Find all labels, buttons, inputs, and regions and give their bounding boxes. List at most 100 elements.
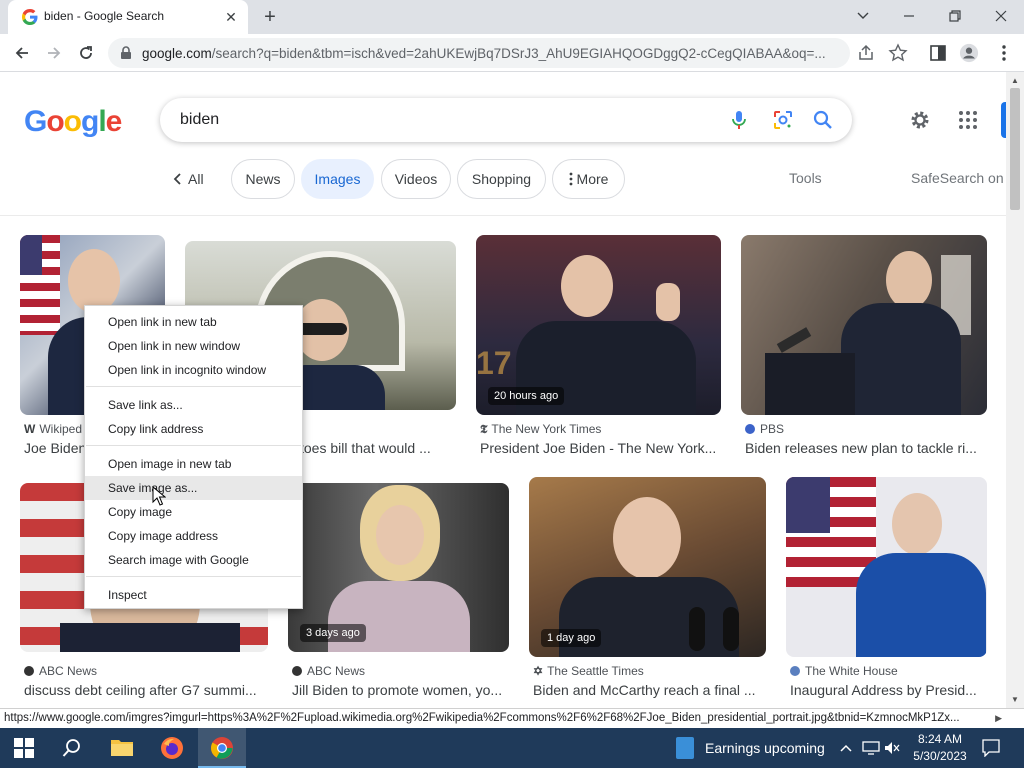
lock-icon[interactable] [120, 46, 132, 60]
menu-open-image-new-tab[interactable]: Open image in new tab [85, 452, 302, 476]
result-source[interactable]: W Wikiped [24, 422, 82, 436]
tab-close-icon[interactable]: ✕ [222, 8, 240, 26]
context-menu: Open link in new tab Open link in new wi… [84, 305, 303, 609]
safesearch-button[interactable]: SafeSearch on [911, 170, 1004, 186]
link-preview-url: https://www.google.com/imgres?imgurl=htt… [4, 712, 960, 724]
microphone-icon[interactable] [728, 109, 750, 131]
back-arrow-icon [15, 47, 28, 59]
side-panel-icon[interactable] [928, 43, 948, 63]
search-box[interactable] [160, 98, 852, 142]
result-caption[interactable]: discuss debt ceiling after G7 summi... [24, 682, 269, 698]
speaker-muted-icon [885, 742, 900, 754]
result-caption[interactable]: President Joe Biden - The New York... [480, 440, 720, 456]
scroll-right-arrow-icon[interactable]: ▶ [995, 713, 1002, 724]
logo-letter: e [105, 105, 123, 138]
close-window-button[interactable] [987, 4, 1015, 28]
search-input[interactable] [180, 108, 700, 132]
chip-videos[interactable]: Videos [381, 159, 451, 199]
system-clock[interactable]: 8:24 AM 5/30/2023 [906, 731, 974, 765]
menu-copy-image-address[interactable]: Copy image address [85, 524, 302, 548]
stock-chart-icon [676, 737, 694, 759]
menu-open-link-new-tab[interactable]: Open link in new tab [85, 310, 302, 334]
chip-news[interactable]: News [231, 159, 295, 199]
clock-time: 8:24 AM [917, 732, 963, 746]
menu-open-link-incognito[interactable]: Open link in incognito window [85, 358, 302, 382]
tools-button[interactable]: Tools [789, 170, 822, 186]
menu-open-link-new-window[interactable]: Open link in new window [85, 334, 302, 358]
result-caption[interactable]: Inaugural Address by Presid... [790, 682, 986, 698]
browser-tab[interactable]: biden - Google Search ✕ [8, 0, 248, 34]
lens-camera-icon[interactable] [772, 109, 794, 131]
chrome-icon [211, 737, 233, 759]
result-caption[interactable]: Jill Biden to promote women, yo... [292, 682, 507, 698]
result-source[interactable]: ✡ The Seattle Times [533, 664, 644, 678]
chrome-button[interactable] [198, 728, 246, 768]
vertical-scrollbar[interactable]: ▲ ▼ [1006, 72, 1024, 708]
menu-copy-link-address[interactable]: Copy link address [85, 417, 302, 441]
chip-shopping[interactable]: Shopping [457, 159, 546, 199]
result-source[interactable]: 𝕿 The New York Times [480, 422, 601, 437]
result-thumbnail[interactable]: 17 23 20 hours ago [476, 235, 721, 415]
result-caption[interactable]: toes bill that would ... [300, 440, 450, 456]
result-caption[interactable]: Biden and McCarthy reach a final ... [533, 682, 765, 698]
profile-avatar-icon[interactable] [959, 43, 979, 63]
menu-separator [86, 576, 301, 577]
share-icon[interactable] [856, 43, 876, 63]
back-button[interactable] [10, 41, 34, 65]
google-apps-grid-icon[interactable] [958, 110, 978, 130]
settings-gear-icon[interactable] [908, 108, 932, 132]
chip-images[interactable]: Images [301, 159, 374, 199]
taskbar-search-button[interactable] [48, 728, 96, 768]
taskbar-search-icon [62, 739, 80, 757]
scrollbar-thumb[interactable] [1010, 88, 1020, 210]
firefox-button[interactable] [148, 728, 196, 768]
menu-separator [86, 445, 301, 446]
folder-icon [111, 740, 133, 756]
start-button[interactable] [0, 728, 48, 768]
menu-inspect[interactable]: Inspect [85, 583, 302, 607]
forward-button[interactable] [42, 41, 66, 65]
result-caption[interactable]: Biden releases new plan to tackle ri... [745, 440, 985, 456]
logo-letter: G [24, 105, 47, 138]
result-source[interactable]: ABC News [292, 664, 365, 678]
result-source[interactable]: The White House [790, 664, 898, 678]
menu-separator [86, 386, 301, 387]
minimize-button[interactable] [895, 4, 923, 28]
bookmark-star-icon[interactable] [888, 43, 908, 63]
result-source[interactable]: PBS [745, 422, 784, 436]
chevron-up-icon [840, 744, 852, 752]
tab-strip: biden - Google Search ✕ + [0, 0, 1024, 34]
more-vertical-icon [569, 172, 572, 186]
search-icon[interactable] [812, 109, 834, 131]
new-tab-button[interactable]: + [258, 6, 282, 30]
chevron-left-icon [173, 173, 181, 185]
google-logo[interactable]: Google [24, 105, 123, 139]
url-text: google.com/search?q=biden&tbm=isch&ved=2… [142, 46, 826, 61]
result-thumbnail[interactable]: 1 day ago [529, 477, 766, 657]
tab-search-chevron-icon[interactable] [849, 4, 877, 28]
chip-all[interactable]: All [172, 159, 204, 199]
menu-search-image-with-google[interactable]: Search image with Google [85, 548, 302, 572]
header-divider [0, 215, 1006, 216]
browser-menu-icon[interactable] [994, 43, 1014, 63]
google-favicon-icon [22, 9, 38, 25]
file-explorer-button[interactable] [98, 728, 146, 768]
notification-center-icon[interactable] [982, 739, 1000, 757]
result-age-badge: 3 days ago [300, 624, 366, 642]
status-bar: https://www.google.com/imgres?imgurl=htt… [0, 708, 1024, 728]
scroll-down-arrow-icon[interactable]: ▼ [1011, 695, 1019, 704]
result-source[interactable]: ABC News [24, 664, 97, 678]
address-bar[interactable]: google.com/search?q=biden&tbm=isch&ved=2… [108, 38, 850, 68]
restore-button[interactable] [941, 4, 969, 28]
menu-save-link-as[interactable]: Save link as... [85, 393, 302, 417]
logo-letter: o [46, 105, 64, 138]
reload-button[interactable] [74, 41, 98, 65]
menu-save-image-as[interactable]: Save image as... [85, 476, 302, 500]
chip-more[interactable]: More [552, 159, 625, 199]
result-thumbnail[interactable]: 3 days ago [288, 483, 509, 652]
scroll-up-arrow-icon[interactable]: ▲ [1011, 76, 1019, 85]
result-age-badge: 1 day ago [541, 629, 602, 647]
result-thumbnail[interactable] [741, 235, 987, 415]
menu-copy-image[interactable]: Copy image [85, 500, 302, 524]
result-thumbnail[interactable] [786, 477, 987, 657]
